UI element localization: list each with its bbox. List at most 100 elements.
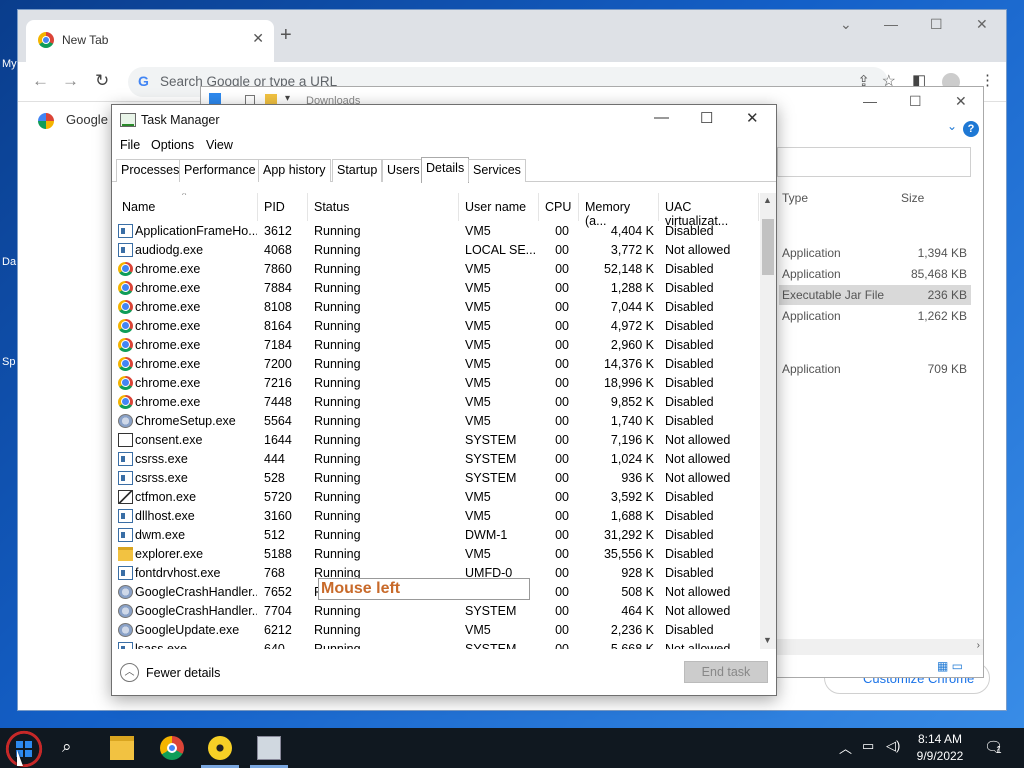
menu-file[interactable]: File (120, 138, 140, 152)
cell-user: VM5 (465, 319, 491, 333)
table-row[interactable]: chrome.exe 7200 Running VM5 00 14,376 K Disabl… (112, 355, 760, 374)
tab-app-history[interactable]: App history (258, 159, 331, 182)
table-row[interactable]: consent.exe 1644 Running SYSTEM 00 7,196 K Not… (112, 431, 760, 450)
table-row[interactable]: chrome.exe 7448 Running VM5 00 9,852 K Disable… (112, 393, 760, 412)
end-task-button[interactable]: End task (684, 661, 768, 683)
scroll-down-icon[interactable]: ▼ (763, 635, 772, 645)
table-row[interactable]: chrome.exe 7860 Running VM5 00 52,148 K Disabl… (112, 260, 760, 279)
table-row[interactable]: ChromeSetup.exe 5564 Running VM5 00 1,740 K Di… (112, 412, 760, 431)
file-row[interactable]: Application 85,468 KB (779, 264, 971, 284)
fewer-details-link[interactable]: Fewer details (146, 666, 220, 680)
scroll-up-icon[interactable]: ▲ (763, 195, 772, 205)
cell-mem: 35,556 K (603, 547, 654, 561)
details-view-icon[interactable]: ▦ ▭ (937, 659, 963, 673)
cell-mem: 31,292 K (603, 528, 654, 542)
vertical-scrollbar[interactable]: ▲ ▼ (760, 193, 776, 649)
quick-access-dropdown-icon[interactable]: ▾ (285, 93, 290, 104)
tab-users[interactable]: Users (382, 159, 425, 182)
expand-ribbon-icon[interactable]: ⌄ (947, 119, 957, 133)
horizontal-scrollbar[interactable]: › (777, 639, 983, 655)
show-hidden-icons-icon[interactable]: ︿ (839, 738, 852, 757)
cell-user: VM5 (465, 262, 491, 276)
file-row[interactable]: Application 709 KB (779, 359, 971, 379)
column-header-status[interactable]: Status (308, 193, 459, 221)
file-size: 709 KB (927, 362, 967, 376)
table-row[interactable]: chrome.exe 7216 Running VM5 00 18,996 K Disabl… (112, 374, 760, 393)
close-window-icon[interactable]: ✕ (746, 109, 759, 127)
column-header-name[interactable]: ^ Name (116, 193, 258, 221)
chrome-taskbar-icon[interactable] (160, 736, 184, 760)
cell-mem: 9,852 K (610, 395, 654, 409)
cell-uac: Not allowed (665, 243, 731, 257)
table-row[interactable]: dwm.exe 512 Running DWM-1 00 31,292 K Disabled (112, 526, 760, 545)
minimize-icon[interactable]: — (654, 109, 669, 126)
menu-options[interactable]: Options (151, 138, 194, 152)
table-row[interactable]: chrome.exe 8164 Running VM5 00 4,972 K Disable… (112, 317, 760, 336)
task-manager-taskbar-icon[interactable] (257, 736, 281, 760)
media-app-taskbar-icon[interactable] (208, 736, 232, 760)
back-icon[interactable]: ← (32, 71, 49, 91)
search-icon[interactable]: ⌕ (62, 737, 72, 757)
table-row[interactable]: csrss.exe 528 Running SYSTEM 00 936 K Not allo… (112, 469, 760, 488)
table-row[interactable]: csrss.exe 444 Running SYSTEM 00 1,024 K Not al… (112, 450, 760, 469)
maximize-icon[interactable]: ☐ (700, 109, 713, 127)
file-row-selected[interactable]: Executable Jar File 236 KB (779, 285, 971, 305)
table-row[interactable]: GoogleUpdate.exe 6212 Running VM5 00 2,236 K D… (112, 621, 760, 640)
table-row[interactable]: chrome.exe 7184 Running VM5 00 2,960 K Disable… (112, 336, 760, 355)
cell-uac: Not allowed (665, 452, 731, 466)
table-row[interactable]: ctfmon.exe 5720 Running VM5 00 3,592 K Disable… (112, 488, 760, 507)
maximize-icon[interactable]: ☐ (909, 93, 922, 110)
table-row[interactable]: chrome.exe 8108 Running VM5 00 7,044 K Disable… (112, 298, 760, 317)
column-header-uac[interactable]: UAC virtualizat... (659, 193, 759, 228)
column-header-memory[interactable]: Memory (a... (579, 193, 659, 228)
google-shortcut[interactable]: Google (38, 112, 108, 129)
maximize-icon[interactable]: ☐ (930, 16, 943, 33)
cell-pid: 8164 (264, 319, 292, 333)
table-row[interactable]: chrome.exe 7884 Running VM5 00 1,288 K Disable… (112, 279, 760, 298)
new-tab-button[interactable]: + (280, 24, 292, 47)
minimize-icon[interactable]: — (863, 93, 877, 109)
table-row[interactable]: ApplicationFrameHo... 3612 Running VM5 00 4,4… (112, 222, 760, 241)
scrollbar-thumb[interactable] (762, 219, 774, 275)
file-row[interactable]: Application 1,262 KB (779, 306, 971, 326)
file-row[interactable]: Application 1,394 KB (779, 243, 971, 263)
start-button[interactable] (2, 730, 46, 768)
close-window-icon[interactable]: ✕ (976, 16, 988, 33)
tab-details[interactable]: Details (421, 157, 470, 183)
tab-services[interactable]: Services (468, 159, 526, 182)
cell-pid: 8108 (264, 300, 292, 314)
chrome-tab-new-tab[interactable]: New Tab ✕ (26, 20, 274, 62)
column-header-type[interactable]: Type (782, 191, 808, 205)
help-icon[interactable]: ? (963, 121, 979, 137)
tab-startup[interactable]: Startup (332, 159, 383, 182)
column-header-cpu[interactable]: CPU (539, 193, 579, 221)
tab-search-icon[interactable]: ⌄ (840, 16, 852, 33)
column-header-user-name[interactable]: User name (459, 193, 539, 221)
column-header-size[interactable]: Size (901, 191, 924, 205)
cell-pid: 5188 (264, 547, 292, 561)
tab-processes[interactable]: Processes (116, 159, 185, 182)
tab-performance[interactable]: Performance (179, 159, 261, 182)
desktop-label: Sp (2, 356, 16, 368)
column-header-pid[interactable]: PID (258, 193, 308, 221)
network-icon[interactable]: ▭ (862, 738, 874, 754)
chevron-up-icon[interactable]: ︿ (120, 663, 139, 682)
reload-icon[interactable]: ↻ (95, 71, 109, 91)
table-row[interactable]: dllhost.exe 3160 Running VM5 00 1,688 K Disabl… (112, 507, 760, 526)
table-row[interactable]: lsass.exe 640 Running SYSTEM 00 5,668 K Not al… (112, 640, 760, 649)
forward-icon[interactable]: → (62, 71, 79, 91)
minimize-icon[interactable]: — (884, 16, 898, 32)
taskbar-clock[interactable]: 8:14 AM 9/9/2022 (912, 731, 968, 765)
menu-view[interactable]: View (206, 138, 233, 152)
close-tab-icon[interactable]: ✕ (252, 30, 264, 47)
table-row[interactable]: GoogleCrashHandler... 7704 Running SYSTEM 00… (112, 602, 760, 621)
scroll-right-icon[interactable]: › (977, 640, 980, 651)
explorer-search-input[interactable] (777, 147, 971, 177)
file-explorer-taskbar-icon[interactable] (110, 736, 134, 760)
table-row[interactable]: audiodg.exe 4068 Running LOCAL SE... 00 3,772… (112, 241, 760, 260)
close-window-icon[interactable]: ✕ (955, 93, 967, 110)
volume-icon[interactable]: ◁) (886, 738, 900, 754)
cell-uac: Disabled (665, 547, 714, 561)
task-manager-titlebar[interactable]: Task Manager — ☐ ✕ (112, 105, 776, 135)
table-row[interactable]: explorer.exe 5188 Running VM5 00 35,556 K Disa… (112, 545, 760, 564)
